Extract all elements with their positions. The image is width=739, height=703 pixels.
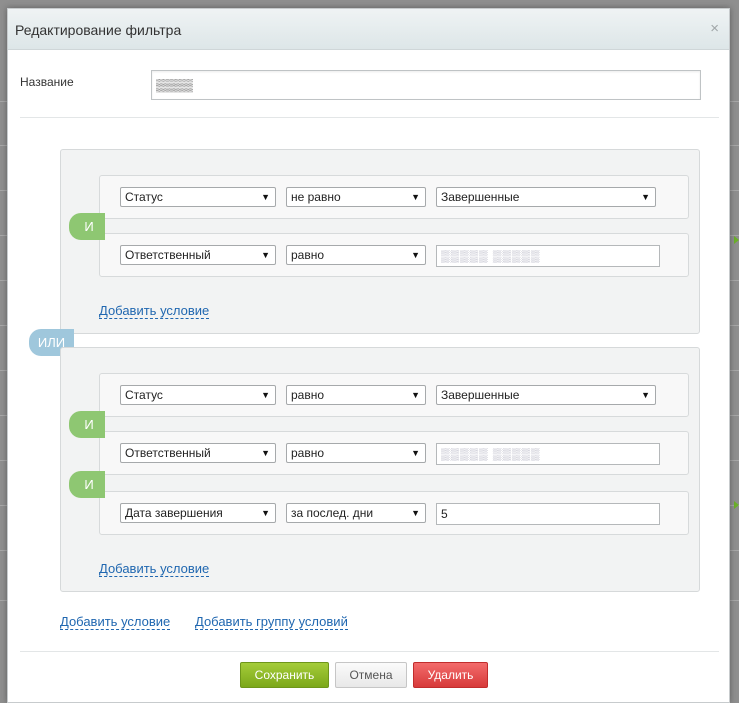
operator-select[interactable]: равно ▼: [286, 385, 426, 405]
condition-row: Ответственный ▼ равно ▼: [99, 233, 689, 277]
field-select[interactable]: Статус ▼: [120, 187, 276, 207]
field-select[interactable]: Ответственный ▼: [120, 245, 276, 265]
operator-select-value: не равно: [291, 190, 341, 204]
condition-row: Дата завершения ▼ за послед. дни ▼: [99, 491, 689, 535]
value-select[interactable]: Завершенные ▼: [436, 187, 656, 207]
operator-select[interactable]: не равно ▼: [286, 187, 426, 207]
and-badge: И: [69, 411, 105, 438]
value-select[interactable]: Завершенные ▼: [436, 385, 656, 405]
operator-select-value: за послед. дни: [291, 506, 374, 520]
chevron-down-icon: ▼: [261, 192, 270, 202]
field-select-value: Статус: [125, 190, 163, 204]
condition-group-2: Статус ▼ равно ▼ Завершенные ▼ Ответстве…: [60, 347, 700, 592]
chevron-down-icon: ▼: [261, 508, 270, 518]
bg-arrow-icon: [734, 501, 739, 509]
cancel-button[interactable]: Отмена: [335, 662, 407, 688]
condition-row: Статус ▼ не равно ▼ Завершенные ▼: [99, 175, 689, 219]
value-input[interactable]: [436, 245, 660, 267]
chevron-down-icon: ▼: [411, 508, 420, 518]
value-input[interactable]: [436, 443, 660, 465]
operator-select-value: равно: [291, 388, 325, 402]
field-select-value: Статус: [125, 388, 163, 402]
value-input[interactable]: [436, 503, 660, 525]
dialog-title: Редактирование фильтра: [15, 22, 182, 38]
field-select-value: Ответственный: [125, 248, 211, 262]
save-button[interactable]: Сохранить: [240, 662, 329, 688]
chevron-down-icon: ▼: [411, 192, 420, 202]
field-select-value: Ответственный: [125, 446, 211, 460]
condition-row: Ответственный ▼ равно ▼: [99, 431, 689, 475]
chevron-down-icon: ▼: [411, 448, 420, 458]
add-condition-link[interactable]: Добавить условие: [99, 304, 210, 319]
value-select-value: Завершенные: [441, 190, 520, 204]
chevron-down-icon: ▼: [411, 390, 420, 400]
chevron-down-icon: ▼: [261, 448, 270, 458]
operator-select[interactable]: равно ▼: [286, 245, 426, 265]
chevron-down-icon: ▼: [641, 390, 650, 400]
name-input[interactable]: [151, 70, 701, 100]
chevron-down-icon: ▼: [641, 192, 650, 202]
and-badge: И: [69, 471, 105, 498]
dialog-header[interactable]: Редактирование фильтра ×: [8, 9, 729, 50]
name-label: Название: [20, 75, 74, 89]
divider: [20, 117, 719, 118]
field-select[interactable]: Ответственный ▼: [120, 443, 276, 463]
chevron-down-icon: ▼: [411, 250, 420, 260]
add-condition-link[interactable]: Добавить условие: [99, 562, 210, 577]
close-icon[interactable]: ×: [710, 21, 719, 36]
field-select-value: Дата завершения: [125, 506, 223, 520]
operator-select-value: равно: [291, 248, 325, 262]
field-select[interactable]: Дата завершения ▼: [120, 503, 276, 523]
operator-select[interactable]: за послед. дни ▼: [286, 503, 426, 523]
delete-button[interactable]: Удалить: [413, 662, 488, 688]
chevron-down-icon: ▼: [261, 250, 270, 260]
add-group-link[interactable]: Добавить группу условий: [195, 615, 348, 630]
bg-arrow-icon: [734, 236, 739, 244]
chevron-down-icon: ▼: [261, 390, 270, 400]
operator-select[interactable]: равно ▼: [286, 443, 426, 463]
and-badge: И: [69, 213, 105, 240]
operator-select-value: равно: [291, 446, 325, 460]
condition-group-1: Статус ▼ не равно ▼ Завершенные ▼ Ответс…: [60, 149, 700, 334]
divider: [20, 651, 719, 652]
value-select-value: Завершенные: [441, 388, 520, 402]
add-condition-link[interactable]: Добавить условие: [60, 615, 171, 630]
condition-row: Статус ▼ равно ▼ Завершенные ▼: [99, 373, 689, 417]
field-select[interactable]: Статус ▼: [120, 385, 276, 405]
filter-edit-dialog: Редактирование фильтра × Название Статус…: [7, 8, 730, 703]
